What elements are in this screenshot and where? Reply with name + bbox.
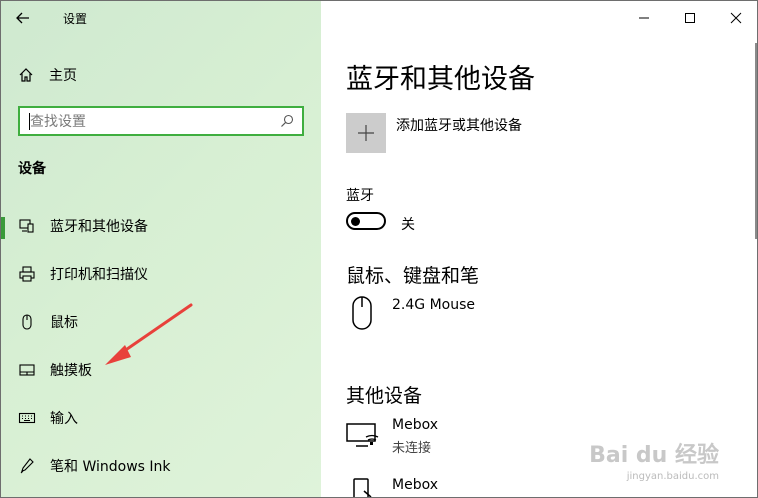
window-controls	[621, 1, 757, 35]
maximize-icon	[685, 13, 695, 23]
mouse-device-icon	[352, 296, 372, 330]
app-title: 设置	[63, 12, 88, 26]
printer-icon	[17, 264, 37, 284]
sidebar-item-label: 鼠标	[50, 315, 78, 331]
device-status: 未连接	[392, 441, 432, 456]
keyboard-icon	[17, 408, 37, 428]
mouse-icon	[17, 312, 37, 332]
scrollbar[interactable]	[755, 43, 757, 239]
device-name: 2.4G Mouse	[392, 297, 475, 313]
bluetooth-state: 关	[401, 217, 415, 233]
bluetooth-toggle[interactable]	[346, 212, 386, 230]
watermark-logo: Bai du 经验	[589, 443, 719, 468]
mouse-section-title: 鼠标、键盘和笔	[346, 265, 480, 287]
touchpad-icon	[17, 360, 37, 380]
display-wireless-icon	[346, 423, 379, 447]
page-title: 蓝牙和其他设备	[346, 64, 535, 95]
device-name: Mebox	[392, 477, 438, 493]
pen-icon	[17, 456, 37, 476]
other-section-title: 其他设备	[346, 385, 423, 407]
bluetooth-label: 蓝牙	[346, 188, 374, 204]
phone-device-icon	[353, 478, 372, 497]
selection-indicator	[1, 217, 5, 239]
sidebar-item-label: 输入	[50, 411, 78, 427]
back-arrow-icon	[16, 12, 29, 24]
back-button[interactable]	[13, 8, 37, 28]
bluetooth-devices-icon	[17, 216, 37, 236]
sidebar-item-label: 打印机和扫描仪	[50, 267, 148, 283]
title-bar: 设置	[1, 1, 321, 35]
home-label: 主页	[49, 68, 77, 84]
home-link[interactable]: 主页	[17, 63, 77, 87]
close-button[interactable]	[713, 1, 757, 35]
add-device-button[interactable]	[346, 113, 386, 153]
sidebar-item-bluetooth[interactable]: 蓝牙和其他设备	[1, 209, 321, 243]
search-input[interactable]	[28, 112, 272, 132]
section-title: 设备	[18, 161, 46, 177]
main-panel: 蓝牙和其他设备 添加蓝牙或其他设备 蓝牙 关 鼠标、键盘和笔 2.4G Mous…	[321, 1, 757, 497]
settings-window: 设置 主页 设备	[0, 0, 758, 498]
annotation-arrow-icon	[105, 303, 193, 365]
search-box[interactable]	[18, 106, 304, 136]
device-mebox-phone[interactable]: Mebox	[346, 477, 546, 497]
device-2-4g-mouse[interactable]: 2.4G Mouse	[346, 294, 546, 334]
maximize-button[interactable]	[667, 1, 713, 35]
sidebar-item-label: 蓝牙和其他设备	[50, 219, 148, 235]
toggle-knob	[351, 217, 360, 226]
minimize-button[interactable]	[621, 1, 667, 35]
sidebar-item-typing[interactable]: 输入	[1, 401, 321, 435]
plus-icon	[358, 125, 374, 141]
sidebar-item-label: 笔和 Windows Ink	[50, 459, 171, 475]
add-device-label[interactable]: 添加蓝牙或其他设备	[396, 115, 522, 135]
sidebar: 设置 主页 设备	[1, 1, 321, 497]
home-icon	[19, 68, 33, 82]
watermark-url: jingyan.baidu.com	[626, 471, 719, 482]
sidebar-item-printers[interactable]: 打印机和扫描仪	[1, 257, 321, 291]
sidebar-item-label: 触摸板	[50, 363, 92, 379]
minimize-icon	[639, 17, 649, 19]
search-icon[interactable]	[280, 114, 294, 128]
device-mebox-display[interactable]: Mebox 未连接	[346, 417, 546, 459]
sidebar-item-pen[interactable]: 笔和 Windows Ink	[1, 449, 321, 483]
close-icon	[730, 12, 742, 24]
device-name: Mebox	[392, 417, 438, 433]
